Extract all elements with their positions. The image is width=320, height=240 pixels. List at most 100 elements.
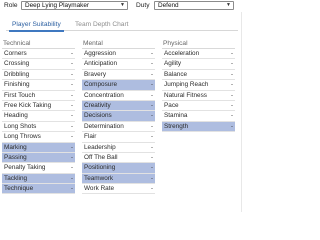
attribute-value: - <box>71 123 73 130</box>
attribute-label: Concentration <box>84 91 124 99</box>
attribute-row[interactable]: Dribbling - <box>2 69 75 81</box>
attribute-label: Tackling <box>4 174 28 182</box>
attribute-label: Composure <box>84 81 118 89</box>
attribute-label: Decisions <box>84 112 112 120</box>
attribute-value: - <box>231 82 233 89</box>
attribute-row[interactable]: Long Throws - <box>2 132 75 143</box>
attribute-label: Anticipation <box>84 60 118 68</box>
attribute-label: Strength <box>164 122 189 130</box>
attribute-row[interactable]: Stamina - <box>162 111 235 122</box>
attribute-label: Determination <box>84 122 124 130</box>
attribute-row[interactable]: Teamwork - <box>82 173 155 185</box>
attribute-value: - <box>71 61 73 68</box>
attribute-value: - <box>231 71 233 78</box>
attribute-row[interactable]: Passing - <box>2 152 75 164</box>
attribute-row[interactable]: Acceleration - <box>162 49 235 60</box>
duty-select[interactable]: Defend ▼ <box>154 1 234 10</box>
physical-list: Acceleration - Agility - Balance - Jumping Rea… <box>162 48 235 133</box>
attribute-row[interactable]: Agility - <box>162 59 235 70</box>
attribute-row[interactable]: Jumping Reach - <box>162 80 235 91</box>
attribute-label: Pace <box>164 101 179 109</box>
attribute-label: Long Shots <box>4 122 37 130</box>
column-title-physical: Physical <box>163 40 188 47</box>
attribute-row[interactable]: Free Kick Taking - <box>2 100 75 112</box>
attribute-value: - <box>71 82 73 89</box>
role-select[interactable]: Deep Lying Playmaker ▼ <box>21 1 128 10</box>
tab-team-depth-chart[interactable]: Team Depth Chart <box>72 20 132 30</box>
attribute-row[interactable]: Penalty Taking - <box>2 163 75 174</box>
mental-column: Mental Aggression - Anticipation - Bravery - C… <box>82 39 155 195</box>
scrollbar-track[interactable] <box>241 12 242 212</box>
attribute-label: Leadership <box>84 143 116 151</box>
attribute-row[interactable]: Positioning - <box>82 163 155 174</box>
attribute-row[interactable]: Corners - <box>2 49 75 60</box>
attribute-label: Flair <box>84 133 97 141</box>
attribute-row[interactable]: Tackling - <box>2 173 75 185</box>
attribute-value: - <box>151 144 153 151</box>
attribute-label: Off The Ball <box>84 153 118 161</box>
attribute-row[interactable]: Creativity - <box>82 100 155 112</box>
attribute-row[interactable]: Balance - <box>162 69 235 81</box>
physical-column: Physical Acceleration - Agility - Balance - Ju… <box>162 39 235 133</box>
chevron-down-icon: ▼ <box>120 2 125 8</box>
attribute-row[interactable]: Marking - <box>2 142 75 153</box>
attribute-value: - <box>71 165 73 172</box>
attribute-row[interactable]: First Touch - <box>2 90 75 101</box>
tab-player-suitability[interactable]: Player Suitability <box>9 20 64 32</box>
attribute-row[interactable]: Bravery - <box>82 69 155 81</box>
tab-bar: Player Suitability Team Depth Chart <box>6 20 238 32</box>
attribute-label: Crossing <box>4 60 30 68</box>
attribute-row[interactable]: Leadership - <box>82 142 155 153</box>
attribute-value: - <box>231 61 233 68</box>
duty-label: Duty <box>136 2 150 9</box>
attribute-value: - <box>231 102 233 109</box>
attribute-label: Creativity <box>84 101 111 109</box>
attribute-label: Teamwork <box>84 174 114 182</box>
attribute-row[interactable]: Technique - <box>2 184 75 195</box>
attribute-value: - <box>151 154 153 161</box>
attribute-row[interactable]: Off The Ball - <box>82 152 155 164</box>
attribute-value: - <box>151 102 153 109</box>
attribute-label: Dribbling <box>4 70 30 78</box>
attribute-label: Balance <box>164 70 188 78</box>
attribute-value: - <box>151 134 153 141</box>
attribute-row[interactable]: Heading - <box>2 111 75 122</box>
attribute-label: Technique <box>4 185 34 193</box>
attribute-label: Jumping Reach <box>164 81 209 89</box>
attribute-row[interactable]: Pace - <box>162 100 235 112</box>
attribute-value: - <box>151 113 153 120</box>
attribute-value: - <box>71 113 73 120</box>
attribute-row[interactable]: Determination - <box>82 121 155 133</box>
attribute-label: Penalty Taking <box>4 164 46 172</box>
attribute-row[interactable]: Concentration - <box>82 90 155 101</box>
attribute-row[interactable]: Natural Fitness - <box>162 90 235 101</box>
attribute-label: Aggression <box>84 50 116 57</box>
attribute-label: Long Throws <box>4 133 41 141</box>
attribute-row[interactable]: Aggression - <box>82 49 155 60</box>
attribute-label: Work Rate <box>84 185 115 193</box>
attribute-row[interactable]: Crossing - <box>2 59 75 70</box>
attribute-row[interactable]: Strength - <box>162 121 235 133</box>
attribute-value: - <box>71 154 73 161</box>
attribute-label: First Touch <box>4 91 36 99</box>
attribute-row[interactable]: Anticipation - <box>82 59 155 70</box>
attribute-value: - <box>151 165 153 172</box>
attribute-value: - <box>151 175 153 182</box>
attribute-label: Bravery <box>84 70 107 78</box>
attribute-value: - <box>231 92 233 99</box>
attribute-row[interactable]: Finishing - <box>2 80 75 91</box>
attribute-row[interactable]: Decisions - <box>82 111 155 122</box>
attribute-row[interactable]: Flair - <box>82 132 155 143</box>
attribute-row[interactable]: Composure - <box>82 80 155 91</box>
attribute-row[interactable]: Work Rate - <box>82 184 155 195</box>
attribute-label: Free Kick Taking <box>4 101 52 109</box>
attribute-label: Corners <box>4 50 27 57</box>
role-duty-bar: Role Deep Lying Playmaker ▼ Duty Defend … <box>0 0 244 12</box>
attribute-value: - <box>151 71 153 78</box>
attribute-value: - <box>71 102 73 109</box>
attribute-row[interactable]: Long Shots - <box>2 121 75 133</box>
duty-select-value: Defend <box>158 2 179 9</box>
attribute-value: - <box>151 51 153 57</box>
role-select-value: Deep Lying Playmaker <box>25 2 90 9</box>
attribute-value: - <box>71 186 73 193</box>
